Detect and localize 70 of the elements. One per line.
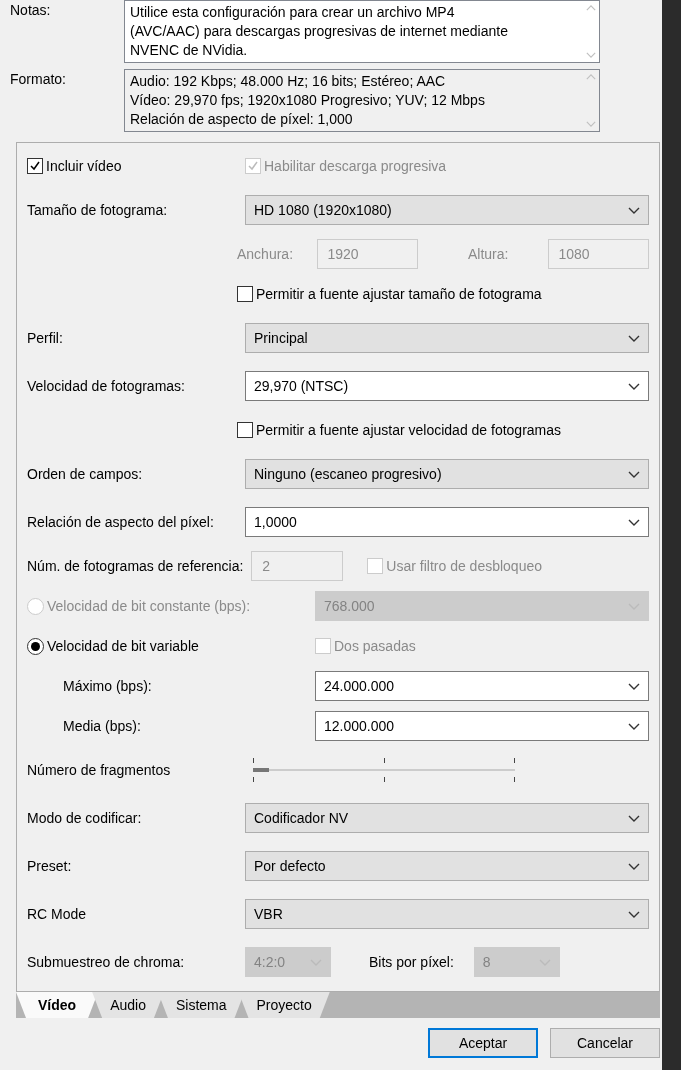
checkbox-label: Permitir a fuente ajustar velocidad de fotogramas <box>256 422 562 438</box>
text-line: Vídeo: 29,970 fps; 1920x1080 Progresivo; YUV; 12 Mbps <box>130 91 486 110</box>
field-label: Preset: <box>27 858 73 874</box>
slider[interactable] <box>253 758 515 782</box>
caret-icon <box>628 334 640 342</box>
field-label: RC Mode <box>27 906 88 922</box>
caret-icon <box>628 206 640 214</box>
dropdown[interactable]: Ninguno (escaneo progresivo) <box>245 459 649 489</box>
checkbox[interactable] <box>237 286 253 302</box>
field-label: Velocidad de fotogramas: <box>27 378 186 394</box>
scroll-up-icon <box>585 5 596 11</box>
caret-icon <box>628 518 640 526</box>
dropdown[interactable]: 1,0000 <box>245 507 649 537</box>
dialog-button[interactable]: Aceptar <box>428 1028 538 1058</box>
dropdown[interactable]: 12.000.000 <box>315 711 649 741</box>
field-label: Modo de codificar: <box>27 810 143 826</box>
field-label: Núm. de fotogramas de referencia: <box>27 558 245 574</box>
dropdown[interactable]: 24.000.000 <box>315 671 649 701</box>
dropdown[interactable]: Codificador NV <box>245 803 649 833</box>
field-label: Tamaño de fotograma: <box>27 202 169 218</box>
field-label: Orden de campos: <box>27 466 144 482</box>
checkbox-label: Habilitar descarga progresiva <box>264 158 447 174</box>
field-label: Anchura: <box>237 246 295 262</box>
text-line: Relación de aspecto de píxel: 1,000 <box>130 110 354 129</box>
checkbox[interactable] <box>27 158 43 174</box>
field-label: Submuestreo de chroma: <box>27 954 186 970</box>
input-field: 1920 <box>316 239 418 269</box>
field-label: Bits por píxel: <box>368 954 455 970</box>
input-field: 1080 <box>547 239 649 269</box>
input-field: 2 <box>251 551 344 581</box>
radio-label: Velocidad de bit variable <box>47 638 199 654</box>
dialog-button[interactable]: Cancelar <box>550 1028 660 1058</box>
field-label: Relación de aspecto del píxel: <box>27 514 215 530</box>
caret-icon <box>628 382 640 390</box>
dropdown: 4:2:0 <box>245 947 331 977</box>
field-label: Notas: <box>10 1 52 20</box>
scroll-down-icon <box>585 121 596 127</box>
caret-icon <box>628 814 640 822</box>
checkbox-label: Usar filtro de desbloqueo <box>386 558 542 574</box>
checkbox[interactable] <box>237 422 253 438</box>
dropdown[interactable]: HD 1080 (1920x1080) <box>245 195 649 225</box>
field-label: Media (bps): <box>62 718 142 734</box>
text-line: Utilice esta configuración para crear un archivo MP4 <box>130 3 456 22</box>
dropdown[interactable]: Por defecto <box>245 851 649 881</box>
dropdown[interactable]: VBR <box>245 899 649 929</box>
field-label: Perfil: <box>27 330 64 346</box>
tab[interactable]: Proyecto <box>238 992 330 1018</box>
text-line: Audio: 192 Kbps; 48.000 Hz; 16 bits; Estéreo; AAC <box>130 72 447 91</box>
checkbox-label: Incluir vídeo <box>46 158 122 174</box>
dropdown[interactable]: 29,970 (NTSC) <box>245 371 649 401</box>
checkbox-label: Permitir a fuente ajustar tamaño de fotograma <box>256 286 542 302</box>
dropdown[interactable]: Principal <box>245 323 649 353</box>
checkbox-label: Dos pasadas <box>334 638 416 654</box>
caret-icon <box>628 682 640 690</box>
radio-label: Velocidad de bit constante (bps): <box>47 598 251 614</box>
field-label: Formato: <box>10 70 67 89</box>
field-label: Altura: <box>468 246 510 262</box>
caret-icon <box>628 722 640 730</box>
dropdown: 768.000 <box>315 591 649 621</box>
scroll-down-icon <box>585 52 596 58</box>
radio-button[interactable] <box>27 637 44 655</box>
text-line: (AVC/AAC) para descargas progresivas de internet mediante <box>130 22 509 41</box>
dropdown: 8 <box>473 947 560 977</box>
scroll-up-icon <box>585 74 596 80</box>
field-label: Máximo (bps): <box>62 678 153 694</box>
field-label: Número de fragmentos <box>27 762 172 778</box>
caret-icon <box>628 910 640 918</box>
caret-icon <box>628 862 640 870</box>
caret-icon <box>628 470 640 478</box>
text-line: NVENC de NVidia. <box>130 41 249 60</box>
